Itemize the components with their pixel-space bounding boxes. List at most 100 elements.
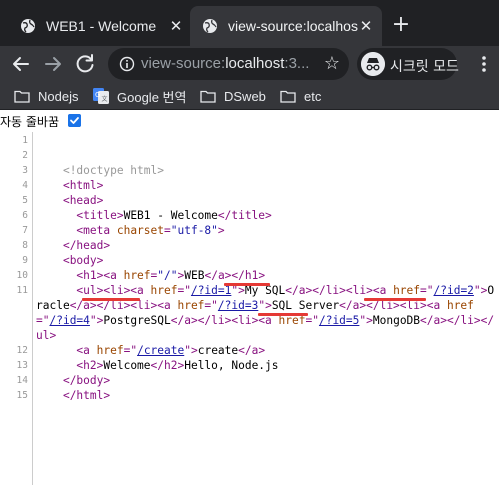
link-id-3[interactable]: /?id=3 xyxy=(218,299,258,312)
list-item-text: MongoDB xyxy=(372,314,421,327)
source-line: 12 <a href="/create">create</a> xyxy=(0,343,499,358)
close-tab-icon[interactable]: ✕ xyxy=(168,18,184,34)
line-number: 4 xyxy=(22,180,28,191)
line-number: 9 xyxy=(22,255,28,266)
incognito-icon xyxy=(361,52,385,76)
folder-icon xyxy=(200,90,216,103)
bookmarks-bar: Nodejs G 文 Google 번역 DSweb etc xyxy=(0,82,499,110)
source-line: 3 <!doctype html> xyxy=(0,163,499,178)
incognito-indicator[interactable]: 시크릿 모드 xyxy=(357,48,459,80)
head-open-tag: <head> xyxy=(62,194,104,207)
link-id-2[interactable]: /?id=2 xyxy=(434,284,474,297)
line-wrap-bar: 자동 줄바꿈 xyxy=(0,110,499,132)
body-text: Hello, Node.js xyxy=(184,359,279,372)
bookmark-dsweb[interactable]: DSweb xyxy=(200,86,266,106)
doctype: <!doctype html> xyxy=(62,164,164,177)
line-number: 11 xyxy=(16,285,28,296)
create-link-text: create xyxy=(197,344,239,357)
source-view: 1 2 3 <!doctype html> 4 <html> 5 <head> … xyxy=(0,132,499,485)
line-number: 7 xyxy=(22,225,28,236)
line-number: 12 xyxy=(16,345,28,356)
source-line: 7 <meta charset="utf-8"> xyxy=(0,223,499,238)
incognito-label: 시크릿 모드 xyxy=(390,59,459,75)
new-tab-button[interactable]: + xyxy=(390,14,412,36)
line-number: 3 xyxy=(22,165,28,176)
tab-web1-welcome[interactable]: WEB1 - Welcome ✕ xyxy=(8,6,192,46)
line-number: 1 xyxy=(22,135,28,146)
line-number: 2 xyxy=(22,150,28,161)
title-text: WEB1 - Welcome xyxy=(123,209,218,222)
annotation-underline xyxy=(364,298,426,301)
bookmark-etc[interactable]: etc xyxy=(280,86,321,106)
annotation-underline xyxy=(82,298,140,301)
globe-icon xyxy=(21,19,35,33)
tab-view-source[interactable]: view-source:localhost ✕ xyxy=(190,6,382,46)
list-item-text: SQL Server xyxy=(271,299,340,312)
line-number: 14 xyxy=(16,375,28,386)
annotation-underline xyxy=(258,313,308,316)
url-text: view-source:localhost:3... xyxy=(141,55,310,72)
list-item-text: PostgreSQL xyxy=(103,314,171,327)
h1-link-href: "/" xyxy=(157,269,178,282)
bookmark-label: Nodejs xyxy=(38,88,79,104)
link-id-5[interactable]: /?id=5 xyxy=(319,314,359,327)
line-number: 6 xyxy=(22,210,28,221)
tab-title: view-source:localhost xyxy=(228,18,358,34)
source-line: 15 xyxy=(0,403,499,418)
source-line: 15 </html> xyxy=(0,388,499,403)
svg-text:G: G xyxy=(95,91,100,99)
head-close-tag: </head> xyxy=(62,239,111,252)
line-number: 10 xyxy=(16,270,28,281)
h2-text: Welcome xyxy=(103,359,151,372)
source-line: 6 <title>WEB1 - Welcome</title> xyxy=(0,208,499,223)
html-open-tag: <html> xyxy=(62,179,104,192)
bookmark-label: etc xyxy=(304,88,322,104)
link-create[interactable]: /create xyxy=(137,344,184,357)
toolbar: view-source:localhost:3... ☆ 시크릿 모드 xyxy=(0,46,499,82)
body-open-tag: <body> xyxy=(62,254,104,267)
folder-icon xyxy=(14,90,30,103)
meta-value: "utf-8" xyxy=(170,224,218,237)
source-line: 8 </head> xyxy=(0,238,499,253)
line-number: 13 xyxy=(16,360,28,371)
reload-icon[interactable] xyxy=(73,52,97,76)
more-menu-icon[interactable] xyxy=(474,54,494,74)
bookmark-label: Google 번역 xyxy=(117,89,187,105)
address-bar[interactable]: view-source:localhost:3... ☆ xyxy=(108,48,349,80)
line-number: 15 xyxy=(16,390,28,401)
bookmark-google-translate[interactable]: G 文 Google 번역 xyxy=(93,86,186,106)
line-wrap-checkbox[interactable] xyxy=(68,114,81,127)
source-line: 2 xyxy=(0,148,499,163)
google-translate-icon: G 文 xyxy=(93,88,109,104)
meta-attr: charset xyxy=(116,224,164,237)
tab-title: WEB1 - Welcome xyxy=(46,18,157,34)
h1-link-text: WEB xyxy=(184,269,205,282)
tab-strip: WEB1 - Welcome ✕ view-source:localhost ✕… xyxy=(0,0,499,46)
source-line: 9 <body> xyxy=(0,253,499,268)
annotation-underline xyxy=(224,283,270,286)
link-id-4[interactable]: /?id=4 xyxy=(49,314,89,327)
source-line: 13 <h2>Welcome</h2>Hello, Node.js xyxy=(0,358,499,373)
bookmark-nodejs[interactable]: Nodejs xyxy=(14,86,78,106)
source-lines: 1 2 3 <!doctype html> 4 <html> 5 <head> … xyxy=(0,133,499,418)
bookmark-label: DSweb xyxy=(224,88,266,104)
source-line: 11 <ul><li><a href="/?id=1">My SQL</a></… xyxy=(0,283,499,343)
bookmark-star-icon[interactable]: ☆ xyxy=(324,54,340,74)
line-wrap-label: 자동 줄바꿈 xyxy=(0,115,60,129)
source-line: 14 </body> xyxy=(0,373,499,388)
close-tab-icon[interactable]: ✕ xyxy=(358,18,374,34)
forward-arrow-icon[interactable] xyxy=(41,52,65,76)
line-number: 8 xyxy=(22,240,28,251)
line-number: 5 xyxy=(22,195,28,206)
body-close-tag: </body> xyxy=(62,374,111,387)
source-line: 4 <html> xyxy=(0,178,499,193)
info-icon[interactable] xyxy=(119,56,135,72)
html-close-tag: </html> xyxy=(62,389,111,402)
folder-icon xyxy=(280,90,296,103)
globe-icon xyxy=(203,19,217,33)
source-line: 10 <h1><a href="/">WEB</a></h1> xyxy=(0,268,499,283)
source-line: 5 <head> xyxy=(0,193,499,208)
back-arrow-icon[interactable] xyxy=(9,52,33,76)
source-line: 1 xyxy=(0,133,499,148)
svg-text:文: 文 xyxy=(102,95,108,103)
